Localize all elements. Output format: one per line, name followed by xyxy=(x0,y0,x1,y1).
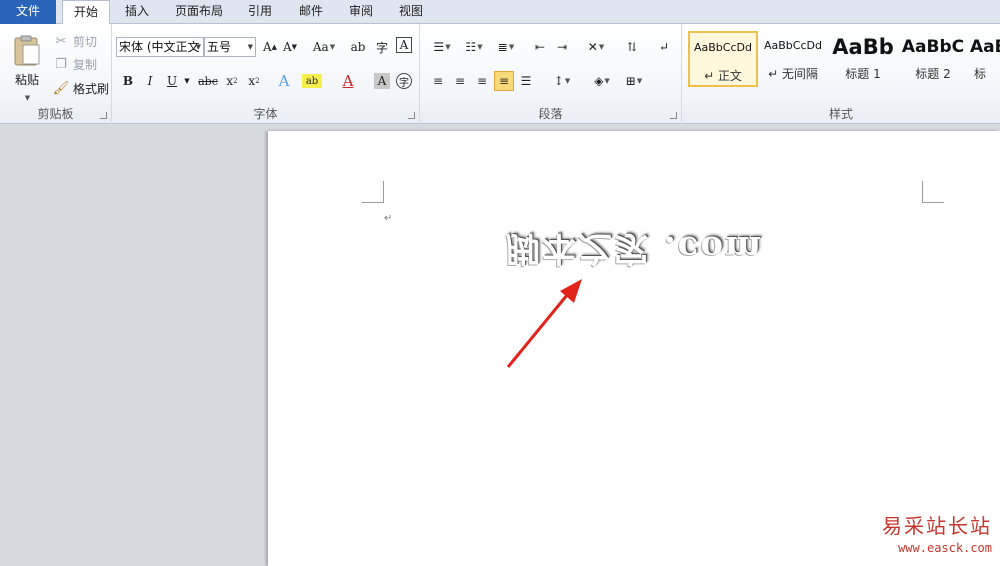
scissors-icon: ✂ xyxy=(55,33,67,49)
margin-corner-top-left xyxy=(362,181,384,203)
shrink-font-icon[interactable]: A ▼ xyxy=(280,37,300,57)
site-watermark: 易采站长站 www.easck.com xyxy=(882,510,992,555)
sort-icon[interactable]: ⇅ xyxy=(622,37,642,57)
align-center-icon[interactable]: ≡ xyxy=(450,71,470,91)
font-name-value: 宋体 (中文正文 xyxy=(119,40,200,54)
copy-label: 复制 xyxy=(73,57,98,72)
format-painter-label: 格式刷 xyxy=(73,81,110,96)
subscript-icon[interactable]: x2 xyxy=(222,71,242,91)
clipboard-launcher-icon[interactable] xyxy=(100,112,107,119)
line-spacing-icon[interactable]: ↕ ▼ xyxy=(548,71,576,91)
grow-font-icon[interactable]: A ▲ xyxy=(260,37,280,57)
character-shading-icon[interactable]: A xyxy=(374,73,390,89)
borders-icon[interactable]: ⊞ ▼ xyxy=(620,71,648,91)
style-normal[interactable]: AaBbCcDd ↵ 正文 xyxy=(688,31,758,87)
ribbon-tab-bar: 文件 开始 插入 页面布局 引用 邮件 审阅 视图 xyxy=(0,0,1000,25)
style-sample: AaBbCcDd xyxy=(694,41,752,54)
style-heading-2[interactable]: AaBbC 标题 2 xyxy=(898,31,968,87)
watermark-name: 易采站长站 xyxy=(882,514,992,538)
text-effects-icon[interactable]: A xyxy=(274,71,294,91)
style-name: 标 xyxy=(974,67,987,81)
align-left-icon[interactable]: ≡ xyxy=(428,71,448,91)
style-sample: AaBbCcDd xyxy=(764,39,822,52)
phonetic-guide-icon[interactable]: 字 xyxy=(372,37,392,57)
style-title[interactable]: AaB 标 xyxy=(968,31,1000,87)
tab-references[interactable]: 引用 xyxy=(240,0,280,24)
styles-group-label: 样式 xyxy=(828,107,853,121)
tab-mailings[interactable]: 邮件 xyxy=(290,0,332,24)
style-name: 标题 2 xyxy=(915,67,951,81)
style-sample: AaB xyxy=(970,37,1000,57)
font-color-icon[interactable]: A xyxy=(338,71,358,91)
ribbon: 粘贴 ▼ ✂ 剪切 ❐ 复制 🖌 格式刷 剪贴板 宋体 (中文正文 ▼ 五号 ▼… xyxy=(0,24,1000,124)
align-right-icon[interactable]: ≡ xyxy=(472,71,492,91)
change-case-icon[interactable]: Aa ▼ xyxy=(310,37,338,57)
watermark-url: www.easck.com xyxy=(898,541,992,555)
clear-format-icon[interactable]: ab xyxy=(348,37,368,57)
font-size-value: 五号 xyxy=(207,40,232,54)
copy-button[interactable]: ❐ 复制 xyxy=(52,54,97,74)
multilevel-list-icon[interactable]: ≣ ▼ xyxy=(492,37,520,57)
paragraph-group: ☰ ▼ ☷ ▼ ≣ ▼ ⇤ ⇥ ✕ ▼ ⇅ ↵ ≡ ≡ ≡ ≡ ☰ ↕ ▼ ◈ ▼ ⊞ ▼ 段… xyxy=(420,24,682,124)
show-marks-icon[interactable]: ↵ xyxy=(654,37,674,57)
style-sample: AaBb xyxy=(832,35,894,59)
strikethrough-icon[interactable]: abc xyxy=(196,71,220,91)
styles-group: AaBbCcDd ↵ 正文 AaBbCcDd ↵ 无间隔 AaBb 标题 1 A… xyxy=(682,24,1000,124)
style-name: ↵ 无间隔 xyxy=(768,67,818,81)
style-heading-1[interactable]: AaBb 标题 1 xyxy=(828,31,898,87)
superscript-icon[interactable]: x2 xyxy=(244,71,264,91)
brush-icon: 🖌 xyxy=(52,80,70,96)
chevron-down-icon: ▼ xyxy=(195,43,201,51)
paragraph-launcher-icon[interactable] xyxy=(670,112,677,119)
paste-label: 粘贴 xyxy=(14,72,39,87)
distributed-icon[interactable]: ☰ xyxy=(516,71,536,91)
character-border-icon[interactable]: A xyxy=(396,37,412,53)
enclose-character-icon[interactable]: 字 xyxy=(396,73,412,89)
font-group-label: 字体 xyxy=(253,107,278,121)
style-sample: AaBbC xyxy=(901,37,965,57)
paragraph-group-label: 段落 xyxy=(538,107,563,121)
font-group: 宋体 (中文正文 ▼ 五号 ▼ A ▲ A ▼ Aa ▼ ab 字 A B I U ▼… xyxy=(112,24,420,124)
font-size-combo[interactable]: 五号 ▼ xyxy=(204,37,256,57)
margin-corner-top-right xyxy=(922,181,944,203)
chevron-down-icon: ▼ xyxy=(247,43,253,51)
bold-icon[interactable]: B xyxy=(118,71,138,91)
tab-home[interactable]: 开始 xyxy=(62,0,110,25)
style-name: ↵ 正文 xyxy=(704,69,742,83)
tab-page-layout[interactable]: 页面布局 xyxy=(166,0,232,24)
clipboard-group: 粘贴 ▼ ✂ 剪切 ❐ 复制 🖌 格式刷 剪贴板 xyxy=(0,24,112,124)
increase-indent-icon[interactable]: ⇥ xyxy=(552,37,572,57)
copy-icon: ❐ xyxy=(55,56,67,72)
paste-button[interactable]: 粘贴 ▼ xyxy=(8,30,46,106)
italic-icon[interactable]: I xyxy=(140,71,160,91)
font-launcher-icon[interactable] xyxy=(408,112,415,119)
cut-label: 剪切 xyxy=(73,34,98,49)
underline-icon[interactable]: U xyxy=(162,71,182,91)
style-no-spacing[interactable]: AaBbCcDd ↵ 无间隔 xyxy=(758,31,828,87)
bullets-icon[interactable]: ☰ ▼ xyxy=(428,37,456,57)
mirrored-text[interactable]: 脚本之家 .com xyxy=(506,227,763,276)
style-name: 标题 1 xyxy=(845,67,881,81)
clipboard-icon xyxy=(14,35,40,65)
red-arrow-annotation xyxy=(506,279,582,368)
document-area: ↵ 脚本之家 .com xyxy=(0,125,1000,566)
underline-dropdown-icon[interactable]: ▼ xyxy=(182,71,192,91)
decrease-indent-icon[interactable]: ⇤ xyxy=(530,37,550,57)
paragraph-mark: ↵ xyxy=(384,213,393,224)
clipboard-group-label: 剪贴板 xyxy=(37,107,74,121)
format-painter-button[interactable]: 🖌 格式刷 xyxy=(52,78,109,98)
document-page[interactable]: ↵ 脚本之家 .com xyxy=(268,131,1000,566)
justify-icon[interactable]: ≡ xyxy=(494,71,514,91)
tab-review[interactable]: 审阅 xyxy=(340,0,382,24)
chinese-layout-icon[interactable]: ✕ ▼ xyxy=(582,37,610,57)
tab-view[interactable]: 视图 xyxy=(390,0,432,24)
tab-file[interactable]: 文件 xyxy=(0,0,56,24)
font-name-combo[interactable]: 宋体 (中文正文 ▼ xyxy=(116,37,204,57)
cut-button[interactable]: ✂ 剪切 xyxy=(52,31,97,51)
paste-dropdown-icon[interactable]: ▼ xyxy=(25,94,30,102)
highlight-icon[interactable]: ab xyxy=(302,74,322,88)
tab-insert[interactable]: 插入 xyxy=(116,0,158,24)
numbering-icon[interactable]: ☷ ▼ xyxy=(460,37,488,57)
shading-icon[interactable]: ◈ ▼ xyxy=(588,71,616,91)
